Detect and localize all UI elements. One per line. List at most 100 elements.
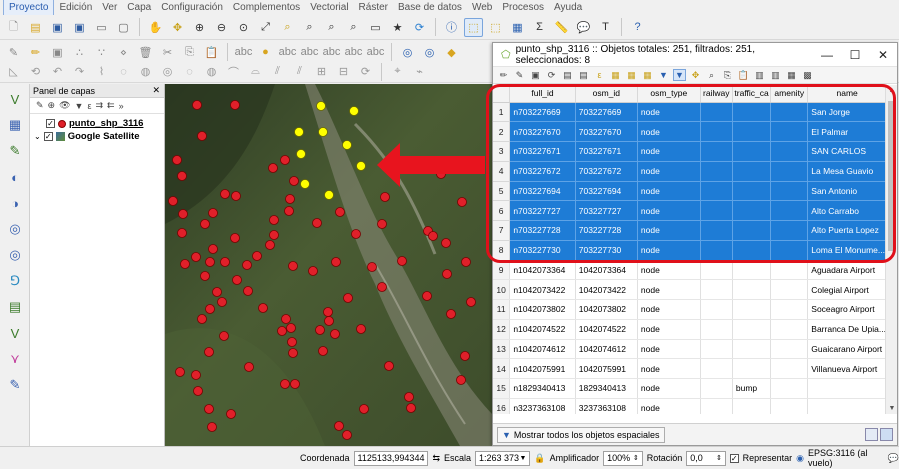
plugin-icon[interactable]: ✎ (4, 374, 26, 396)
row-number[interactable]: 10 (493, 279, 511, 300)
new-field-icon[interactable]: ▥ (753, 69, 766, 81)
map-point[interactable] (351, 229, 361, 239)
map-point[interactable] (377, 219, 387, 229)
text-annotation-icon[interactable]: T (596, 18, 615, 37)
statistics-icon[interactable]: Σ (530, 18, 549, 37)
identify-icon[interactable]: ⓘ (442, 18, 461, 37)
label-change-icon[interactable]: abc (366, 43, 385, 62)
offset-curve-icon[interactable]: ⌓ (246, 62, 265, 81)
map-point[interactable] (380, 192, 390, 202)
cell-osm-type[interactable]: node (637, 299, 701, 320)
map-point[interactable] (318, 346, 328, 356)
pan-selected-icon[interactable]: ✥ (689, 69, 702, 81)
row-number[interactable]: 3 (493, 141, 511, 162)
undo-icon[interactable]: ↶ (48, 62, 67, 81)
map-point[interactable] (197, 314, 207, 324)
cell-osm-type[interactable]: node (637, 358, 701, 379)
table-row[interactable]: 11 n1042073802 1042073802 node Soceagro Airp… (493, 299, 887, 320)
map-point[interactable] (359, 404, 369, 414)
cell-full-id[interactable]: n1042073422 (509, 279, 576, 300)
save-as-icon[interactable]: ▣ (70, 18, 89, 37)
cell-osm-id[interactable]: 1042073802 (575, 299, 638, 320)
map-point[interactable] (285, 194, 295, 204)
map-point[interactable] (286, 323, 296, 333)
add-raster-layer-icon[interactable]: ▦ (4, 114, 26, 136)
map-point[interactable] (200, 271, 210, 281)
column-header[interactable]: name (807, 85, 887, 103)
rotate-point-icon[interactable]: ⟳ (356, 62, 375, 81)
paste-rows-icon[interactable]: 📋 (737, 69, 750, 81)
cell-name[interactable]: La Mesa Guavio (807, 161, 887, 182)
render-checkbox[interactable]: ✓ (729, 453, 739, 463)
snapping-icon[interactable]: ⌖ (388, 62, 407, 81)
cell-railway[interactable] (700, 181, 733, 202)
map-point[interactable] (377, 282, 387, 292)
row-number[interactable]: 4 (493, 161, 511, 182)
save-edits-icon[interactable]: ▣ (529, 69, 542, 81)
column-header[interactable]: full_id (509, 85, 576, 103)
cell-railway[interactable] (700, 319, 733, 340)
menu-ver[interactable]: Ver (97, 0, 122, 15)
menu-edicion[interactable]: Edición (54, 0, 97, 15)
cell-name[interactable]: Aguadara Airport (807, 260, 887, 281)
cell-osm-type[interactable]: node (637, 339, 701, 360)
cell-amenity[interactable] (770, 240, 809, 261)
zoom-layer-icon[interactable]: ⌕ (300, 18, 319, 37)
map-point[interactable] (269, 215, 279, 225)
map-point[interactable] (466, 297, 476, 307)
map-point[interactable] (442, 269, 452, 279)
map-point[interactable] (208, 244, 218, 254)
layer-item-google-satellite[interactable]: ⌄ ✓ Google Satellite (30, 130, 164, 143)
add-group-icon[interactable]: ⊕ (48, 100, 56, 111)
new-print-layout-icon[interactable]: ▭ (92, 18, 111, 37)
cell-amenity[interactable] (770, 141, 809, 162)
cell-amenity[interactable] (770, 200, 809, 221)
cell-osm-id[interactable]: 1042074612 (575, 339, 638, 360)
cell-traffic-ca[interactable] (732, 339, 772, 360)
map-point[interactable] (220, 257, 230, 267)
map-point[interactable] (226, 409, 236, 419)
pan-map-icon[interactable]: ✋ (146, 18, 165, 37)
new-map-view-icon[interactable]: ▭ (366, 18, 385, 37)
cell-full-id[interactable]: n1042074522 (509, 319, 576, 340)
cell-osm-id[interactable]: 1042074522 (575, 319, 638, 340)
new-shapefile-icon[interactable]: ⋎ (4, 348, 26, 370)
corner-header[interactable] (493, 85, 511, 103)
cell-name[interactable]: Colegial Airport (807, 279, 887, 300)
toggle-editing-icon[interactable]: ✏ (26, 43, 45, 62)
map-point[interactable] (288, 348, 298, 358)
table-row[interactable]: 7 n703227728 703227728 node Alto Puerta Lope… (493, 220, 887, 241)
cell-name[interactable] (807, 378, 887, 399)
add-ring-icon[interactable]: ◌ (114, 62, 133, 81)
merge-features-icon[interactable]: ⊞ (312, 62, 331, 81)
cell-full-id[interactable]: n703227669 (509, 102, 576, 123)
cell-full-id[interactable]: n3237363108 (509, 398, 576, 414)
menu-ayuda[interactable]: Ayuda (549, 0, 587, 15)
cell-amenity[interactable] (770, 161, 809, 182)
add-feature-icon[interactable]: ▤ (561, 69, 574, 81)
cell-amenity[interactable] (770, 181, 809, 202)
cell-amenity[interactable] (770, 260, 809, 281)
refresh-icon[interactable]: ⟳ (410, 18, 429, 37)
map-point[interactable] (406, 403, 416, 413)
cell-railway[interactable] (700, 161, 733, 182)
map-point-selected[interactable] (342, 140, 352, 150)
filter-expression-icon[interactable]: ε (87, 101, 91, 111)
map-point[interactable] (205, 257, 215, 267)
map-point[interactable] (242, 260, 252, 270)
map-point[interactable] (230, 100, 240, 110)
table-row[interactable]: 9 n1042073364 1042073364 node Aguadara Airpo… (493, 260, 887, 281)
cell-traffic-ca[interactable] (732, 200, 772, 221)
table-row[interactable]: 6 n703227727 703227727 node Alto Carrabo (493, 200, 887, 221)
cell-osm-type[interactable]: node (637, 200, 701, 221)
deselect-icon[interactable]: ⬚ (486, 18, 505, 37)
row-number[interactable]: 1 (493, 102, 511, 123)
cell-amenity[interactable] (770, 102, 809, 123)
layer-checkbox[interactable]: ✓ (46, 119, 55, 128)
open-project-icon[interactable]: ▤ (26, 18, 45, 37)
filter-select-icon[interactable]: ▼ (657, 69, 670, 81)
cell-amenity[interactable] (770, 378, 809, 399)
menu-vectorial[interactable]: Vectorial (305, 0, 353, 15)
cell-osm-id[interactable]: 1042073364 (575, 260, 638, 281)
pan-to-selection-icon[interactable]: ✥ (168, 18, 187, 37)
